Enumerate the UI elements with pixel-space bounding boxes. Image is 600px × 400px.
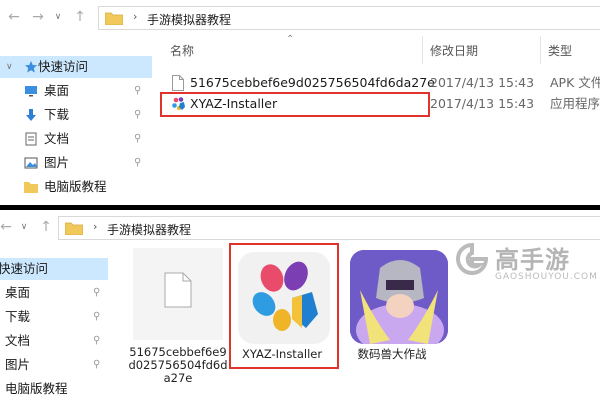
back-arrow-icon[interactable]: ← <box>6 9 22 25</box>
forward-arrow-icon[interactable]: → <box>30 9 46 25</box>
file-tile[interactable]: 数码兽大作战 <box>346 248 448 372</box>
folder-icon <box>24 182 38 193</box>
back-arrow-icon[interactable]: ← <box>0 219 14 235</box>
gaoshouyou-logo-icon <box>456 242 489 275</box>
highlight-box <box>160 92 430 117</box>
sidebar-item-quick-access[interactable]: 快速访问 <box>0 258 108 280</box>
sort-ascending-icon: ⌃ <box>286 34 295 45</box>
sidebar-item-documents[interactable]: 文档 ⚲ <box>0 128 152 150</box>
sidebar-item-downloads[interactable]: 下载 ⚲ <box>0 306 108 328</box>
watermark-brand: 高手游 <box>495 246 570 274</box>
download-icon <box>26 109 36 121</box>
folder-icon <box>65 222 83 235</box>
tile-label: 51675cebbef6e9d025756504fd6da27e <box>128 345 228 385</box>
navigation-bar: ← ∨ ↑ › 手游模拟器教程 <box>0 210 600 244</box>
file-row[interactable]: 51675cebbef6e9d025756504fd6da27e 2017/4/… <box>140 72 600 94</box>
recent-locations-chevron-icon[interactable]: ∨ <box>52 10 64 24</box>
pictures-icon <box>24 157 38 169</box>
sidebar-item-pc-tutorial[interactable]: 电脑版教程 <box>0 176 152 198</box>
pin-icon[interactable]: ⚲ <box>134 152 141 174</box>
column-header-date[interactable]: 修改日期 <box>430 42 478 59</box>
up-arrow-icon[interactable]: ↑ <box>38 219 54 235</box>
pin-icon[interactable]: ⚲ <box>93 282 100 304</box>
pin-icon[interactable]: ⚲ <box>93 354 100 376</box>
tile-label: 数码兽大作战 <box>357 347 427 361</box>
file-type: APK 文件 <box>550 75 600 90</box>
address-bar[interactable]: › 手游模拟器教程 <box>58 216 600 240</box>
document-icon <box>25 132 37 146</box>
breadcrumb-separator-icon: › <box>133 10 138 23</box>
blank-file-icon <box>164 272 192 308</box>
navigation-bar: ← → ∨ ↑ › 手游模拟器教程 <box>0 0 600 34</box>
sidebar-item-pictures[interactable]: 图片 ⚲ <box>0 354 108 376</box>
file-name: 51675cebbef6e9d025756504fd6da27e <box>190 75 435 90</box>
tile-thumbnail <box>350 250 448 344</box>
column-divider <box>422 36 423 64</box>
star-icon <box>25 61 37 73</box>
pin-icon[interactable]: ⚲ <box>93 330 100 352</box>
file-type: 应用程序 <box>550 96 600 111</box>
expand-chevron-icon[interactable]: ∨ <box>6 56 13 78</box>
sidebar-item-desktop[interactable]: 桌面 ⚲ <box>0 80 152 102</box>
file-tile[interactable]: 51675cebbef6e9d025756504fd6da27e <box>128 248 228 398</box>
game-app-icon <box>350 250 448 344</box>
sidebar-item-pictures[interactable]: 图片 ⚲ <box>0 152 152 174</box>
up-arrow-icon[interactable]: ↑ <box>72 9 88 25</box>
breadcrumb-folder[interactable]: 手游模拟器教程 <box>107 221 191 238</box>
breadcrumb-folder[interactable]: 手游模拟器教程 <box>147 11 231 28</box>
pin-icon[interactable]: ⚲ <box>134 128 141 150</box>
file-date: 2017/4/13 15:43 <box>430 75 535 90</box>
sidebar-item-desktop[interactable]: 桌面 ⚲ <box>0 282 108 304</box>
column-header-name[interactable]: 名称 <box>170 42 194 59</box>
tile-thumbnail <box>133 248 223 340</box>
address-bar[interactable]: › 手游模拟器教程 <box>98 6 600 30</box>
pin-icon[interactable]: ⚲ <box>93 306 100 328</box>
sidebar-item-downloads[interactable]: 下载 ⚲ <box>0 104 152 126</box>
highlight-box <box>229 243 339 369</box>
sidebar-item-documents[interactable]: 文档 ⚲ <box>0 330 108 352</box>
recent-locations-chevron-icon[interactable]: ∨ <box>18 220 30 234</box>
explorer-window-details: ← → ∨ ↑ › 手游模拟器教程 ⌃ 名称 修改日期 类型 ∨ 快速访问 桌面… <box>0 0 600 205</box>
sidebar-item-quick-access[interactable]: ∨ 快速访问 <box>0 56 152 78</box>
watermark-url: GAOSHOUYOU.COM <box>495 272 598 282</box>
brand-watermark: 高手游 GAOSHOUYOU.COM <box>455 240 597 286</box>
breadcrumb-separator-icon: › <box>93 220 98 233</box>
folder-icon <box>105 12 123 25</box>
sidebar-item-pc-tutorial[interactable]: 电脑版教程 <box>0 378 108 400</box>
column-header-type[interactable]: 类型 <box>548 42 572 59</box>
desktop-icon <box>25 86 37 97</box>
column-divider <box>540 36 541 64</box>
file-date: 2017/4/13 15:43 <box>430 96 535 111</box>
blank-file-icon <box>172 75 184 91</box>
